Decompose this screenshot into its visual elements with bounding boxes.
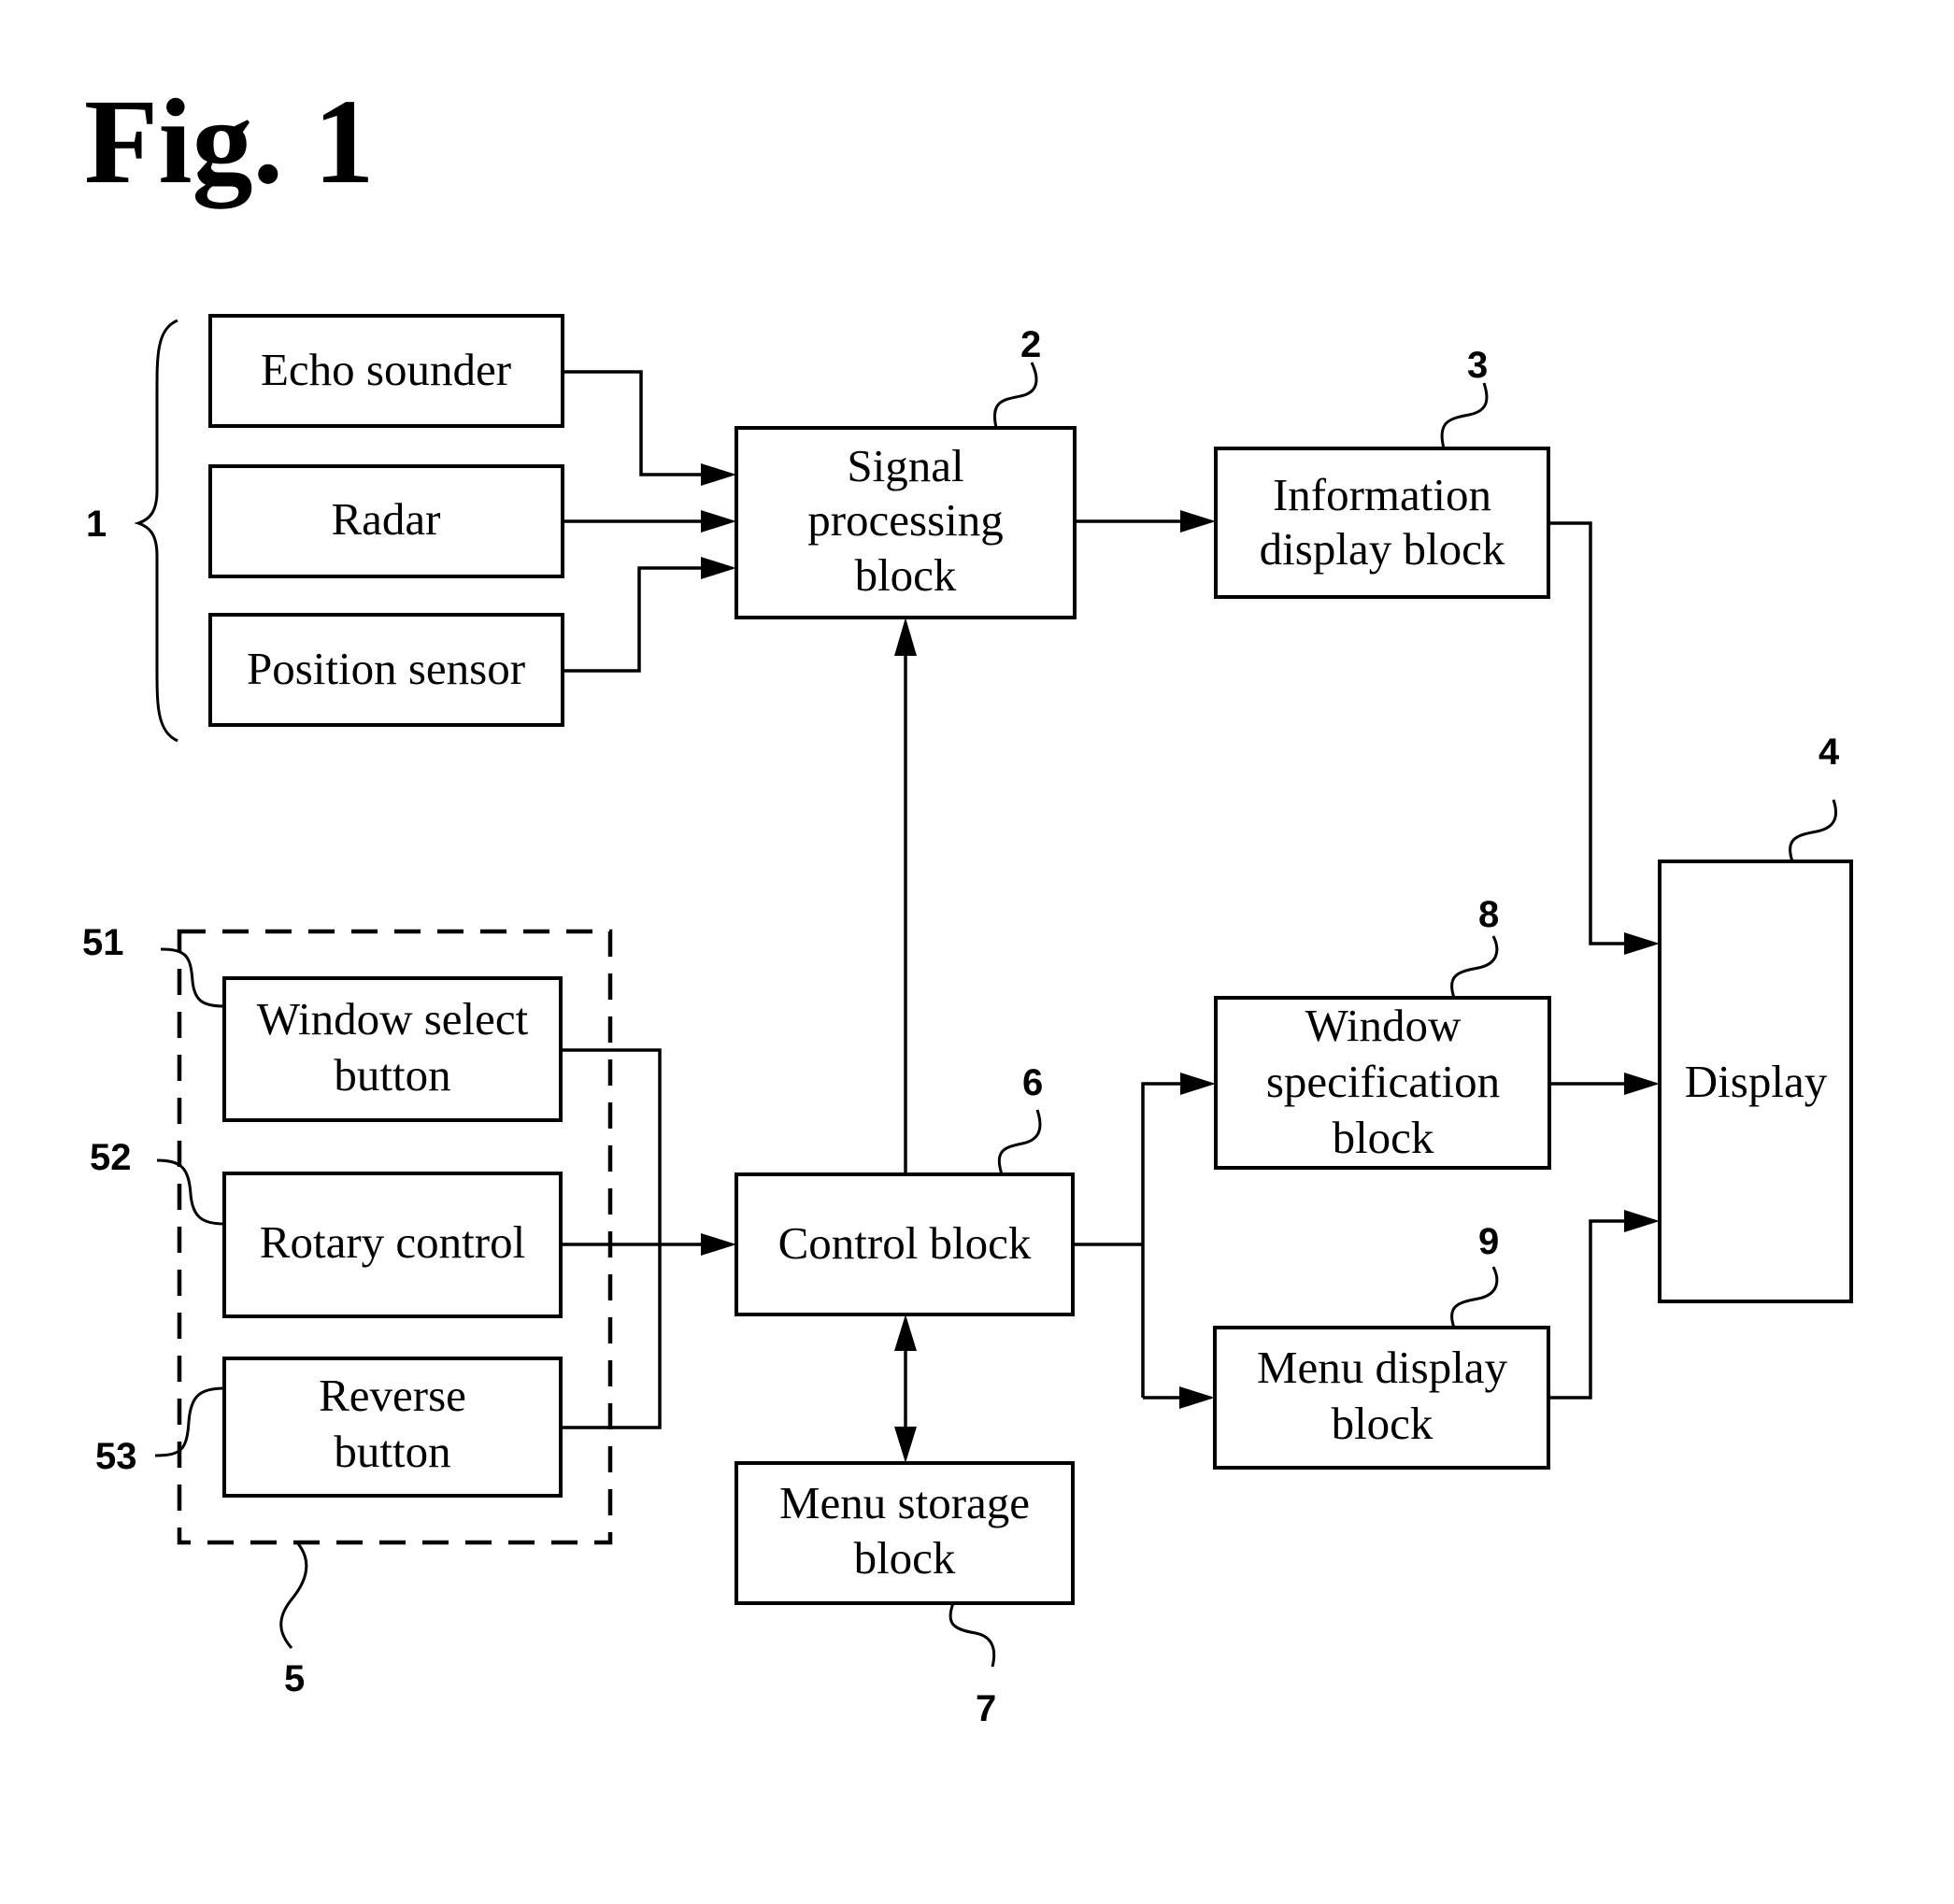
arrowhead-echo-to-signal xyxy=(701,463,736,486)
rotary-control-block: Rotary control xyxy=(222,1172,563,1318)
reverse-button-label-line1: Reverse xyxy=(319,1370,466,1421)
wire-branch-to-window-spec xyxy=(1141,1082,1182,1398)
display-leader xyxy=(1789,799,1838,862)
rotary-control-label: Rotary control xyxy=(260,1216,525,1268)
arrowhead-to-menu-display xyxy=(1179,1386,1215,1409)
sensors-ref-number: 1 xyxy=(86,504,107,545)
echo-sounder-block: Echo sounder xyxy=(208,314,564,428)
wire-menu-display-to-display xyxy=(1548,1219,1626,1400)
window-specification-label-line2: specification xyxy=(1266,1056,1500,1107)
arrowhead-window-spec-to-display xyxy=(1624,1073,1660,1095)
information-display-label-line1: Information xyxy=(1273,469,1491,520)
control-block-ref-number: 6 xyxy=(1022,1062,1043,1103)
window-select-button-label-line1: Window select xyxy=(257,993,529,1044)
block-diagram: Fig. 1 1 Echo sounder Radar Position sen… xyxy=(82,75,1853,1729)
figure-title: Fig. 1 xyxy=(84,75,375,209)
reverse-button-ref-number: 53 xyxy=(95,1436,137,1477)
arrowhead-signal-to-info xyxy=(1180,510,1216,533)
reverse-button-label-line2: button xyxy=(334,1426,450,1477)
menu-display-label-line2: block xyxy=(1332,1398,1433,1449)
display-block: Display xyxy=(1658,860,1853,1303)
menu-display-ref-number: 9 xyxy=(1478,1221,1499,1262)
arrowhead-storage-to-control xyxy=(894,1314,917,1351)
arrowhead-control-to-storage xyxy=(894,1427,917,1463)
menu-storage-label-line1: Menu storage xyxy=(779,1477,1030,1528)
menu-display-label-line1: Menu display xyxy=(1257,1342,1508,1393)
control-block: Control block xyxy=(735,1172,1075,1316)
wire-info-to-display xyxy=(1548,521,1626,945)
control-block-label: Control block xyxy=(778,1217,1032,1269)
signal-processing-label-line3: block xyxy=(855,549,957,601)
menu-storage-leader xyxy=(948,1602,996,1668)
signal-processing-label-line2: processing xyxy=(807,494,1004,546)
radar-block: Radar xyxy=(208,464,564,578)
operation-unit-ref-number: 5 xyxy=(284,1658,305,1699)
echo-sounder-label: Echo sounder xyxy=(261,344,511,395)
information-display-label-line2: display block xyxy=(1260,523,1505,575)
arrowhead-menu-display-to-display xyxy=(1624,1210,1660,1232)
signal-processing-leader xyxy=(993,362,1038,429)
signal-processing-block: Signal processing block xyxy=(735,426,1077,619)
reverse-button-leader xyxy=(154,1386,225,1457)
window-select-button-ref-number: 51 xyxy=(82,922,124,963)
window-specification-block: Window specification block xyxy=(1214,996,1551,1170)
arrowhead-info-to-display xyxy=(1624,932,1660,955)
menu-display-block: Menu display block xyxy=(1213,1326,1550,1470)
display-ref-number: 4 xyxy=(1819,732,1840,773)
information-display-block: Information display block xyxy=(1214,447,1550,599)
information-display-ref-number: 3 xyxy=(1467,345,1488,386)
window-specification-label-line1: Window xyxy=(1305,1000,1462,1051)
arrowhead-control-to-signal xyxy=(894,618,917,656)
window-specification-leader xyxy=(1450,935,1499,999)
arrowhead-position-to-signal xyxy=(701,557,736,579)
position-sensor-block: Position sensor xyxy=(208,613,564,727)
menu-storage-block: Menu storage block xyxy=(735,1461,1075,1605)
signal-processing-ref-number: 2 xyxy=(1020,324,1041,365)
reverse-button-block: Reverse button xyxy=(222,1357,563,1498)
window-select-button-block: Window select button xyxy=(222,976,563,1122)
wire-position-to-signal xyxy=(563,566,703,673)
menu-display-leader xyxy=(1450,1266,1499,1329)
rotary-control-ref-number: 52 xyxy=(90,1137,132,1178)
wire-echo-to-signal xyxy=(563,370,703,476)
window-specification-ref-number: 8 xyxy=(1478,894,1499,935)
window-specification-label-line3: block xyxy=(1333,1112,1434,1163)
position-sensor-label: Position sensor xyxy=(247,643,525,694)
window-select-button-leader xyxy=(160,947,225,1008)
rotary-control-leader xyxy=(156,1158,225,1226)
operation-unit-leader xyxy=(279,1542,308,1649)
menu-storage-ref-number: 7 xyxy=(976,1688,996,1729)
display-label: Display xyxy=(1685,1056,1828,1107)
arrowhead-radar-to-signal xyxy=(701,510,736,533)
sensors-brace xyxy=(134,319,178,743)
arrowhead-to-window-spec xyxy=(1180,1073,1216,1095)
arrowhead-bus-to-control xyxy=(701,1233,736,1256)
radar-label: Radar xyxy=(332,493,441,545)
information-display-leader xyxy=(1440,382,1489,449)
control-block-leader xyxy=(997,1109,1042,1175)
window-select-button-label-line2: button xyxy=(334,1049,450,1101)
menu-storage-label-line2: block xyxy=(854,1532,956,1584)
signal-processing-label-line1: Signal xyxy=(847,440,963,491)
